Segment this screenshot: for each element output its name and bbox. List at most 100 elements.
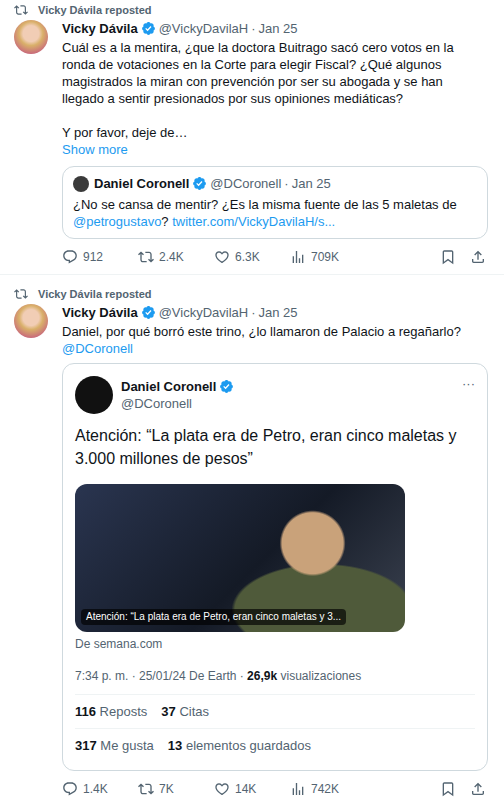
stat: 317 Me gusta [75, 737, 154, 754]
embedded-screenshot: Daniel Coronell @DCoronell ··· Atención:… [62, 363, 488, 771]
repost-button[interactable]: 2.4K [138, 249, 214, 265]
verified-badge-icon [141, 21, 156, 36]
text-segment: Cuál es a la mentira, ¿que la doctora Bu… [62, 40, 454, 106]
stat: 13 elementos guardados [168, 737, 311, 754]
reply-icon [62, 249, 78, 265]
reply-button[interactable]: 1.4K [62, 781, 138, 797]
mention-link[interactable]: @DCoronell [62, 341, 133, 356]
like-count: 6.3K [235, 250, 260, 264]
share-button[interactable] [470, 249, 488, 265]
quote-author-handle[interactable]: @DCoronell [210, 175, 281, 192]
share-icon [470, 249, 486, 265]
embed-author-handle: @DCoronell [121, 395, 234, 412]
reply-count: 1.4K [83, 782, 108, 796]
views-button[interactable]: 709K [290, 249, 366, 265]
separator: · [284, 175, 288, 192]
reply-button[interactable]: 912 [62, 249, 138, 265]
post-date[interactable]: Jan 25 [259, 304, 298, 321]
embed-author-name: Daniel Coronell [121, 378, 216, 395]
stats-row: 317 Me gusta 13 elementos guardados [75, 728, 475, 758]
text-segment: ¿No se cansa de mentir? ¿Es la misma fue… [73, 197, 457, 212]
embed-text: Atención: “La plata era de Petro, eran c… [75, 424, 475, 470]
author-name[interactable]: Vicky Dávila [62, 304, 138, 321]
like-icon [214, 249, 230, 265]
verified-badge-icon [141, 305, 156, 320]
quote-header: Daniel Coronell @DCoronell · Jan 25 [73, 175, 477, 192]
repost-icon [138, 781, 154, 797]
like-button[interactable]: 6.3K [214, 249, 290, 265]
stat: 37 Citas [161, 703, 209, 720]
views-icon [290, 781, 306, 797]
views-count: 709K [311, 250, 339, 264]
views-count: 742K [311, 782, 339, 796]
author-avatar[interactable] [14, 20, 48, 54]
like-button[interactable]: 14K [214, 781, 290, 797]
like-icon [214, 781, 230, 797]
bookmark-button[interactable] [440, 249, 470, 265]
show-more-link[interactable]: Show more [62, 141, 488, 158]
bookmark-icon [440, 249, 456, 265]
author-avatar[interactable] [14, 304, 48, 338]
post-date[interactable]: Jan 25 [259, 20, 298, 37]
share-icon [470, 781, 486, 797]
action-bar: 1.4K 7K 14K 742K [62, 781, 488, 797]
author-handle[interactable]: @VickyDavilaH [159, 304, 249, 321]
quote-avatar[interactable] [73, 176, 89, 192]
repost-label[interactable]: Vicky Dávila reposted [38, 3, 152, 17]
author-name[interactable]: Vicky Dávila [62, 20, 138, 37]
like-count: 14K [235, 782, 256, 796]
quote-author-name[interactable]: Daniel Coronell [94, 175, 189, 192]
more-menu: ··· [462, 376, 475, 391]
repost-count: 2.4K [159, 250, 184, 264]
text-segment: Daniel, por qué borró este trino, ¿lo ll… [62, 324, 461, 339]
repost-icon [14, 287, 28, 301]
text-segment: Y por favor, deje de… [62, 125, 188, 140]
bookmark-icon [440, 781, 456, 797]
repost-indicator: Vicky Dávila reposted [14, 3, 488, 17]
stats-row: 116 Reposts 37 Citas [75, 694, 475, 728]
meta-text: visualizaciones [277, 669, 361, 683]
separator: · [251, 20, 255, 37]
text-segment: ? [161, 214, 172, 229]
post-header: Vicky Dávila @VickyDavilaH · Jan 25 [62, 304, 488, 321]
paragraph: Daniel, por qué borró este trino, ¿lo ll… [62, 323, 488, 357]
post-header: Vicky Dávila @VickyDavilaH · Jan 25 [62, 20, 488, 37]
reply-count: 912 [83, 250, 103, 264]
verified-badge-icon [192, 176, 207, 191]
repost-icon [138, 249, 154, 265]
link-card: Atención: “La plata era de Petro, eran c… [75, 484, 475, 652]
repost-label[interactable]: Vicky Dávila reposted [38, 287, 152, 301]
repost-indicator: Vicky Dávila reposted [14, 287, 488, 301]
action-bar: 912 2.4K 6.3K 709K [62, 249, 488, 265]
reply-icon [62, 781, 78, 797]
share-button[interactable] [470, 781, 488, 797]
paragraph: Y por favor, deje de… [62, 124, 488, 141]
post-text: Cuál es a la mentira, ¿que la doctora Bu… [62, 39, 488, 158]
views-button[interactable]: 742K [290, 781, 366, 797]
repost-count: 7K [159, 782, 174, 796]
quote-text: ¿No se cansa de mentir? ¿Es la misma fue… [73, 196, 477, 230]
meta-text: 7:34 p. m. · 25/01/24 De Earth · [75, 669, 247, 683]
post[interactable]: Vicky Dávila reposted Vicky Dávila @Vick… [0, 275, 504, 804]
card-image: Atención: “La plata era de Petro, eran c… [75, 484, 405, 632]
repost-icon [14, 3, 28, 17]
card-source: De semana.com [75, 636, 475, 652]
verified-badge-icon [219, 379, 234, 394]
quote-link[interactable]: twitter.com/VickyDavilaH/s... [172, 214, 335, 229]
stat: 116 Reposts [75, 703, 147, 720]
quoted-post[interactable]: Daniel Coronell @DCoronell · Jan 25 ¿No … [62, 166, 488, 239]
separator: · [251, 304, 255, 321]
post[interactable]: Vicky Dávila reposted Vicky Dávila @Vick… [0, 0, 504, 275]
embed-avatar [75, 376, 113, 414]
paragraph: Cuál es a la mentira, ¿que la doctora Bu… [62, 39, 488, 107]
quote-link[interactable]: @petrogustavo [73, 214, 161, 229]
bookmark-button[interactable] [440, 781, 470, 797]
quote-date[interactable]: Jan 25 [292, 175, 331, 192]
post-meta: 7:34 p. m. · 25/01/24 De Earth · 26,9k v… [75, 668, 475, 694]
card-caption: Atención: “La plata era de Petro, eran c… [81, 609, 346, 625]
views-icon [290, 249, 306, 265]
repost-button[interactable]: 7K [138, 781, 214, 797]
author-handle[interactable]: @VickyDavilaH [159, 20, 249, 37]
view-count: 26,9k [247, 669, 277, 683]
timeline: Vicky Dávila reposted Vicky Dávila @Vick… [0, 0, 504, 804]
